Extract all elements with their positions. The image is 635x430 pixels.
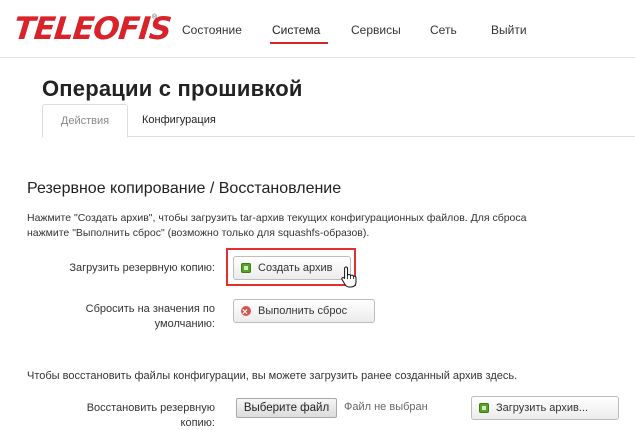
tab-configuration[interactable]: Конфигурация — [142, 104, 216, 136]
nav-active-underline — [270, 42, 328, 44]
download-arrow-icon — [241, 263, 251, 273]
create-archive-button[interactable]: Создать архив — [233, 256, 351, 280]
reset-defaults-label-line2: умолчанию: — [154, 318, 215, 330]
backup-section-title: Резервное копирование / Восстановление — [27, 180, 342, 197]
upload-archive-label: Загрузить архив... — [496, 402, 589, 414]
upload-archive-button[interactable]: Загрузить архив... — [471, 396, 619, 420]
nav-status[interactable]: Состояние — [182, 23, 242, 37]
nav-system[interactable]: Система — [272, 23, 320, 37]
download-backup-label: Загрузить резервную копию: — [69, 262, 215, 274]
restore-description: Чтобы восстановить файлы конфигурации, в… — [27, 370, 518, 382]
restore-backup-label-line2: копию: — [180, 417, 215, 429]
reset-button[interactable]: Выполнить сброс — [233, 299, 375, 324]
nav-services[interactable]: Сервисы — [351, 23, 401, 37]
create-archive-label: Создать архив — [258, 262, 333, 274]
choose-file-button[interactable]: Выберите файл — [236, 398, 337, 418]
registered-mark: ® — [152, 14, 158, 21]
nav-logout[interactable]: Выйти — [491, 23, 527, 37]
backup-description-line2: нажмите "Выполнить сброс" (возможно толь… — [27, 227, 370, 239]
nav-network[interactable]: Сеть — [430, 23, 457, 37]
tabs-divider — [42, 136, 635, 137]
backup-description-line1: Нажмите "Создать архив", чтобы загрузить… — [27, 212, 527, 224]
restore-backup-label-line1: Восстановить резервную — [86, 402, 215, 414]
reset-error-icon — [241, 302, 251, 324]
upload-arrow-icon — [479, 403, 489, 413]
tab-actions[interactable]: Действия — [42, 104, 128, 138]
reset-button-label: Выполнить сброс — [258, 305, 348, 317]
file-status-text: Файл не выбран — [344, 401, 428, 413]
page-title: Операции с прошивкой — [42, 76, 303, 101]
hand-pointer-icon — [341, 266, 357, 288]
teleofis-logo[interactable]: TELEOFIS — [12, 11, 172, 47]
top-bar: TELEOFIS ® Состояние Система Сервисы Сет… — [0, 0, 635, 58]
header-divider — [0, 57, 635, 58]
reset-defaults-label-line1: Сбросить на значения по — [85, 303, 215, 315]
